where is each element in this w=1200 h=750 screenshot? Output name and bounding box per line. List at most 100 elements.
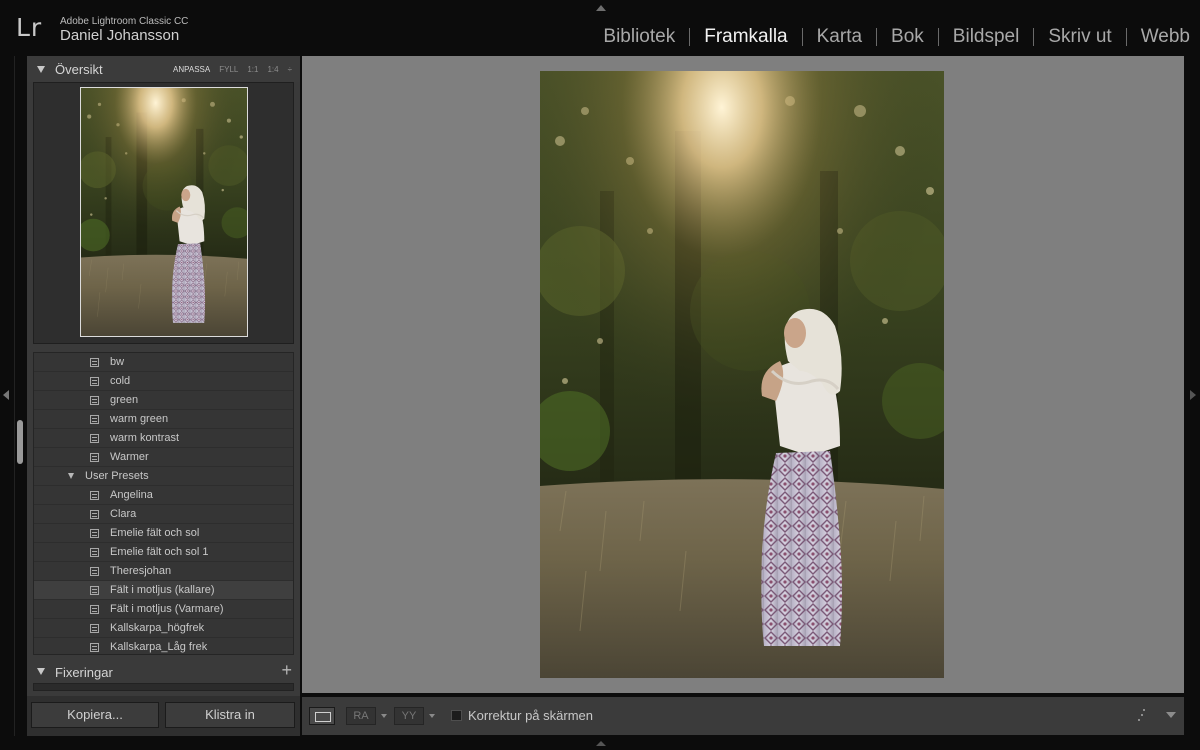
preset-label: cold: [110, 375, 131, 387]
preset-icon: [90, 491, 99, 500]
preset-icon: [90, 586, 99, 595]
presets-list: bw cold green warm green warm kontrast W…: [33, 352, 294, 655]
preset-icon: [90, 605, 99, 614]
right-panel-toggle-icon[interactable]: [1190, 390, 1196, 400]
navigator-preview[interactable]: [33, 82, 294, 344]
preset-icon: [90, 396, 99, 405]
zoom-fit[interactable]: ANPASSA: [173, 65, 210, 74]
before-after-dropdown-icon[interactable]: [381, 714, 387, 718]
toolbar-grip-icon[interactable]: [1136, 709, 1146, 723]
preset-item[interactable]: Emelie fält och sol 1: [34, 543, 293, 562]
zoom-stepper-icon[interactable]: ÷: [288, 65, 292, 74]
preset-folder-label: User Presets: [85, 470, 149, 482]
paste-settings-button[interactable]: Klistra in: [165, 702, 295, 728]
lightroom-logo: Lr: [16, 13, 43, 42]
preset-item[interactable]: bw: [34, 353, 293, 372]
preset-folder-user-presets[interactable]: User Presets: [34, 467, 293, 486]
navigator-thumbnail: [80, 87, 248, 337]
preset-label: Emelie fält och sol 1: [110, 546, 209, 558]
preset-icon: [90, 548, 99, 557]
preset-icon: [90, 434, 99, 443]
preset-icon: [90, 377, 99, 386]
top-panel-toggle-icon[interactable]: [596, 5, 606, 11]
preset-label: warm kontrast: [110, 432, 180, 444]
preset-item[interactable]: cold: [34, 372, 293, 391]
preset-icon: [90, 643, 99, 652]
preset-icon: [90, 453, 99, 462]
preset-item[interactable]: Clara: [34, 505, 293, 524]
snapshots-header[interactable]: Fixeringar +: [27, 660, 300, 684]
preset-icon: [90, 510, 99, 519]
preset-item[interactable]: warm green: [34, 410, 293, 429]
preset-icon: [90, 624, 99, 633]
left-panel-scrollbar[interactable]: [17, 420, 23, 464]
collapse-triangle-icon[interactable]: [37, 66, 45, 73]
swap-label: YY: [401, 710, 417, 722]
preset-item-highlighted[interactable]: Fält i motljus (kallare): [34, 581, 293, 600]
before-after-left-right-button[interactable]: RA: [346, 707, 376, 725]
module-bildspel[interactable]: Bildspel: [939, 26, 1034, 48]
left-panel: Översikt ANPASSA FYLL 1:1 1:4 ÷ bw cold …: [27, 56, 300, 736]
user-name: Daniel Johansson: [60, 27, 180, 44]
preset-item[interactable]: Angelina: [34, 486, 293, 505]
zoom-1-4[interactable]: 1:4: [267, 65, 278, 74]
copy-paste-bar: Kopiera... Klistra in: [27, 696, 300, 736]
module-framkalla[interactable]: Framkalla: [690, 26, 801, 48]
folder-expand-icon[interactable]: [68, 473, 74, 479]
bottom-toolbar: RA YY Korrektur på skärmen: [302, 697, 1184, 735]
soft-proofing-checkbox[interactable]: [451, 710, 462, 721]
module-bibliotek[interactable]: Bibliotek: [589, 26, 689, 48]
preset-label: Kallskarpa_högfrek: [110, 622, 205, 634]
preset-label: warm green: [110, 413, 169, 425]
module-karta[interactable]: Karta: [803, 26, 876, 48]
preset-label: Angelina: [110, 489, 153, 501]
preset-label: Clara: [110, 508, 137, 520]
navigator-title: Översikt: [55, 62, 103, 77]
preset-item[interactable]: Fält i motljus (Varmare): [34, 600, 293, 619]
preset-label: bw: [110, 356, 125, 368]
preset-label: Kallskarpa_Låg frek: [110, 641, 208, 653]
left-panel-scroll-track: [14, 56, 15, 736]
snapshots-title: Fixeringar: [55, 665, 113, 680]
module-webb[interactable]: Webb: [1127, 26, 1190, 48]
preset-icon: [90, 529, 99, 538]
preset-icon: [90, 415, 99, 424]
loupe-view-button[interactable]: [309, 707, 335, 725]
module-skriv-ut[interactable]: Skriv ut: [1034, 26, 1125, 48]
collapse-triangle-icon[interactable]: [37, 668, 45, 675]
app-name: Adobe Lightroom Classic CC: [60, 16, 189, 27]
before-after-label: RA: [353, 710, 369, 722]
before-after-swap-button[interactable]: YY: [394, 707, 424, 725]
main-photo[interactable]: [540, 71, 944, 678]
preset-icon: [90, 567, 99, 576]
preset-item[interactable]: Warmer: [34, 448, 293, 467]
module-bok[interactable]: Bok: [877, 26, 938, 48]
preset-label: Emelie fält och sol: [110, 527, 200, 539]
preset-label: green: [110, 394, 139, 406]
zoom-1-1[interactable]: 1:1: [247, 65, 258, 74]
preset-label: Warmer: [110, 451, 149, 463]
left-panel-toggle-icon[interactable]: [3, 390, 9, 400]
preset-icon: [90, 358, 99, 367]
preset-item[interactable]: Kallskarpa_högfrek: [34, 619, 293, 638]
module-picker: Bibliotek Framkalla Karta Bok Bildspel S…: [589, 24, 1190, 50]
toolbar-options-chevron-icon[interactable]: [1166, 712, 1176, 718]
soft-proofing-label: Korrektur på skärmen: [468, 708, 593, 723]
navigator-header[interactable]: Översikt ANPASSA FYLL 1:1 1:4 ÷: [27, 56, 300, 82]
preset-item[interactable]: Theresjohan: [34, 562, 293, 581]
swap-dropdown-icon[interactable]: [429, 714, 435, 718]
loupe-view[interactable]: [302, 56, 1184, 693]
bottom-panel-toggle-icon[interactable]: [596, 741, 606, 746]
preset-label: Fält i motljus (kallare): [110, 584, 215, 596]
preset-item[interactable]: Emelie fält och sol: [34, 524, 293, 543]
preset-item[interactable]: Kallskarpa_Låg frek: [34, 638, 293, 654]
preset-item[interactable]: warm kontrast: [34, 429, 293, 448]
preset-label: Fält i motljus (Varmare): [110, 603, 224, 615]
preset-label: Theresjohan: [110, 565, 172, 577]
snapshots-list: [33, 683, 294, 691]
preset-item[interactable]: green: [34, 391, 293, 410]
copy-settings-button[interactable]: Kopiera...: [31, 702, 159, 728]
zoom-fill[interactable]: FYLL: [219, 65, 238, 74]
navigator-zoom-options: ANPASSA FYLL 1:1 1:4 ÷: [173, 65, 292, 74]
add-snapshot-icon[interactable]: +: [281, 660, 292, 681]
